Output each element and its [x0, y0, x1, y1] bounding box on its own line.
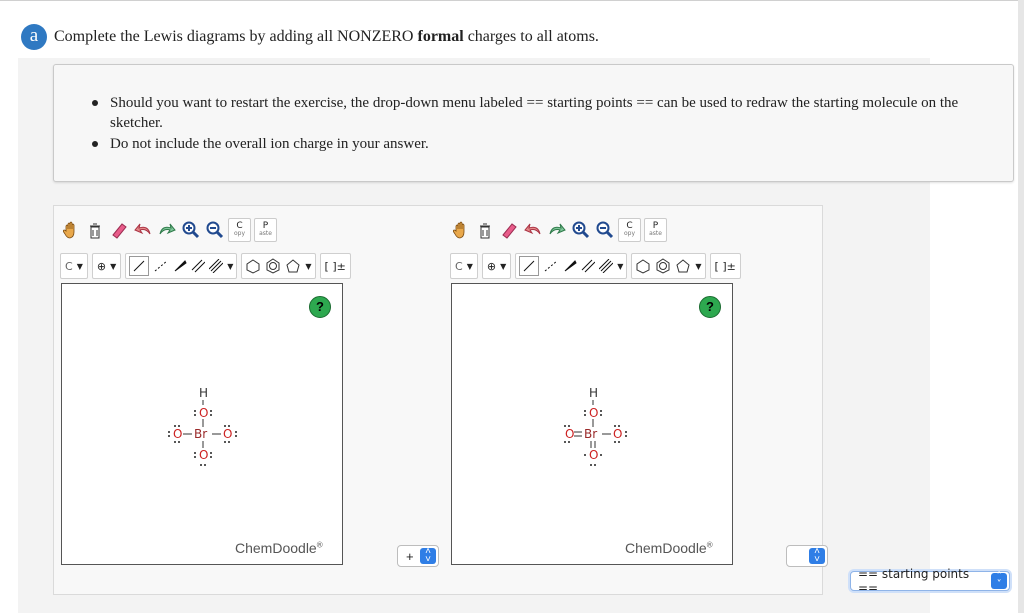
ring-icon[interactable] [245, 258, 261, 274]
zoom-out-icon[interactable] [204, 219, 225, 241]
element-select[interactable]: C ▼ [60, 253, 88, 279]
atom-O-right[interactable]: O [223, 427, 232, 441]
redo-icon[interactable] [546, 219, 567, 241]
zoom-in-icon[interactable] [570, 219, 591, 241]
instruction-item: Should you want to restart the exercise,… [92, 93, 972, 133]
pan-hand-icon[interactable] [450, 219, 471, 241]
paste-button[interactable]: Paste [644, 218, 667, 242]
charge-select[interactable]: ⊕ ▼ [481, 253, 512, 279]
zoom-in-icon[interactable] [180, 219, 201, 241]
lewis-structure[interactable]: H O O Br O O [164, 388, 244, 478]
chevron-down-icon[interactable]: ▼ [695, 262, 701, 271]
atom-O-top[interactable]: O [589, 406, 598, 420]
clear-icon[interactable] [474, 219, 495, 241]
drawing-toolbar: C ▼ ⊕ ▼ ▼ ▼ [ ]± [450, 252, 741, 280]
benzene-icon[interactable] [655, 258, 671, 274]
pentagon-icon[interactable] [675, 258, 691, 274]
spinner-icon: ˄ ˅ [991, 572, 1007, 590]
sketcher-panel: Copy Paste C ▼ ⊕ ▼ ▼ ▼ [ ]± ? H O O Br O… [53, 205, 828, 595]
main-toolbar: Copy Paste [450, 216, 667, 244]
chemdoodle-brand: ChemDoodle® [625, 540, 713, 556]
undo-icon[interactable] [132, 219, 153, 241]
main-toolbar: Copy Paste [60, 216, 277, 244]
sketch-canvas[interactable]: ? H O O Br O O ChemDoodle® [451, 283, 733, 565]
bracket-tool[interactable]: [ ]± [709, 253, 741, 279]
starting-points-dropdown[interactable]: == starting points == ˄ ˅ [850, 567, 1010, 595]
sketcher-1: Copy Paste C ▼ ⊕ ▼ ▼ ▼ [ ]± ? H O O Br O… [54, 206, 444, 594]
atom-O-left[interactable]: O [173, 427, 182, 441]
benzene-icon[interactable] [265, 258, 281, 274]
instructions-box: Should you want to restart the exercise,… [53, 64, 1014, 182]
eraser-icon[interactable] [108, 219, 129, 241]
double-bond-icon[interactable] [191, 259, 206, 273]
atom-O-bottom[interactable]: O [589, 448, 598, 462]
chevron-down-icon[interactable]: ▼ [227, 262, 233, 271]
clear-icon[interactable] [84, 219, 105, 241]
single-bond-icon[interactable] [519, 256, 540, 276]
copy-button[interactable]: Copy [228, 218, 251, 242]
triple-bond-icon[interactable] [599, 259, 614, 273]
copy-button[interactable]: Copy [618, 218, 641, 242]
top-divider [0, 0, 1024, 1]
lewis-structure[interactable]: H O O Br O O [554, 388, 634, 478]
ring-icon[interactable] [635, 258, 651, 274]
ring-tools[interactable]: ▼ [631, 253, 706, 279]
atom-Br[interactable]: Br [584, 427, 597, 441]
redo-icon[interactable] [156, 219, 177, 241]
wedge-bond-icon[interactable] [173, 259, 187, 273]
window-edge [1018, 0, 1024, 613]
dashed-bond-icon[interactable] [153, 259, 169, 273]
undo-icon[interactable] [522, 219, 543, 241]
atom-O-right[interactable]: O [613, 427, 622, 441]
question-prompt: Complete the Lewis diagrams by adding al… [54, 28, 599, 45]
atom-H[interactable]: H [589, 388, 598, 400]
eraser-icon[interactable] [498, 219, 519, 241]
atom-Br[interactable]: Br [194, 427, 207, 441]
spinner-icon: ˄ ˅ [809, 547, 825, 565]
atom-O-left[interactable]: O [565, 427, 574, 441]
bracket-tool[interactable]: [ ]± [319, 253, 351, 279]
part-badge: a [21, 24, 47, 50]
drawing-toolbar: C ▼ ⊕ ▼ ▼ ▼ [ ]± [60, 252, 351, 280]
paste-button[interactable]: Paste [254, 218, 277, 242]
bond-tools[interactable]: ▼ [125, 253, 238, 279]
sketcher-2: Copy Paste C ▼ ⊕ ▼ ▼ ▼ [ ]± ? H O O Br O… [444, 206, 834, 594]
empty-dropdown[interactable]: ˄ ˅ [786, 545, 828, 567]
chemdoodle-brand: ChemDoodle® [235, 540, 323, 556]
dashed-bond-icon[interactable] [543, 259, 559, 273]
prompt-bold-word: formal [417, 28, 464, 45]
ring-tools[interactable]: ▼ [241, 253, 316, 279]
single-bond-icon[interactable] [129, 256, 150, 276]
sketch-canvas[interactable]: ? H O O Br O O ChemDoodle® [61, 283, 343, 565]
charge-dropdown[interactable]: + ˄ ˅ [397, 545, 439, 567]
charge-select[interactable]: ⊕ ▼ [91, 253, 122, 279]
help-button[interactable]: ? [699, 296, 721, 318]
pentagon-icon[interactable] [285, 258, 301, 274]
triple-bond-icon[interactable] [209, 259, 224, 273]
wedge-bond-icon[interactable] [563, 259, 577, 273]
help-button[interactable]: ? [309, 296, 331, 318]
atom-H[interactable]: H [199, 388, 208, 400]
chevron-down-icon[interactable]: ▼ [617, 262, 623, 271]
instruction-item: Do not include the overall ion charge in… [92, 134, 972, 154]
spinner-icon: ˄ ˅ [420, 547, 436, 565]
atom-O-bottom[interactable]: O [199, 448, 208, 462]
bond-tools[interactable]: ▼ [515, 253, 628, 279]
element-select[interactable]: C ▼ [450, 253, 478, 279]
chevron-down-icon[interactable]: ▼ [305, 262, 311, 271]
double-bond-icon[interactable] [581, 259, 596, 273]
atom-O-top[interactable]: O [199, 406, 208, 420]
pan-hand-icon[interactable] [60, 219, 81, 241]
zoom-out-icon[interactable] [594, 219, 615, 241]
